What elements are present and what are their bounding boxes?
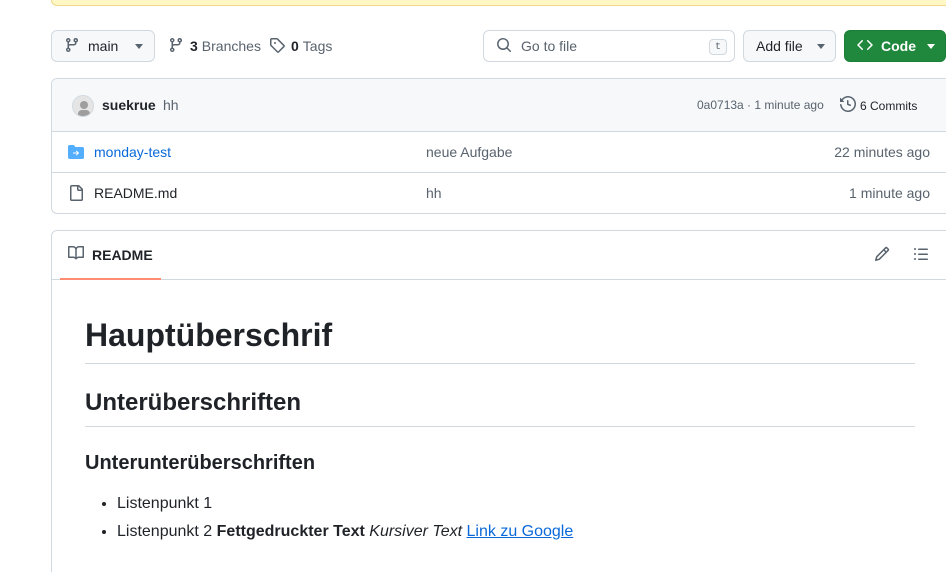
readme-header: README — [52, 231, 946, 280]
readme-list: Listenpunkt 1 Listenpunkt 2 Fettgedruckt… — [85, 492, 915, 544]
add-file-label: Add file — [756, 38, 803, 54]
tags-link[interactable]: 0 Tags — [269, 30, 332, 62]
git-branch-icon — [168, 37, 184, 56]
file-updated-time: 1 minute ago — [849, 185, 930, 201]
list-item: Listenpunkt 2 Fettgedruckter Text Kursiv… — [117, 520, 915, 544]
commits-link[interactable]: 6 Commits — [840, 95, 918, 115]
code-icon — [857, 37, 873, 56]
readme-tab-label: README — [92, 246, 153, 263]
google-link[interactable]: Link zu Google — [467, 523, 574, 540]
list-item-text: Listenpunkt 1 — [117, 495, 213, 512]
chevron-down-icon — [817, 44, 825, 49]
folder-icon — [68, 144, 84, 163]
file-table: suekrue hh 0a0713a · 1 minute ago 6 Comm… — [51, 78, 946, 214]
go-to-file-search[interactable]: t — [483, 30, 735, 62]
file-commit-message[interactable]: neue Aufgabe — [426, 144, 512, 160]
git-branch-icon — [64, 37, 80, 56]
file-icon — [68, 185, 84, 204]
branches-count: 3 — [190, 38, 198, 54]
branches-label: Branches — [201, 38, 261, 54]
repo-page: main 3 Branches 0 Tags t Add file — [0, 0, 946, 572]
latest-commit-bar: suekrue hh 0a0713a · 1 minute ago 6 Comm… — [52, 79, 946, 132]
search-input[interactable] — [521, 38, 691, 54]
outline-button[interactable] — [911, 245, 931, 265]
list-unordered-icon — [913, 246, 929, 265]
readme-content: Hauptüberschrif Unterüberschriften Unter… — [85, 311, 915, 544]
add-file-button[interactable]: Add file — [743, 30, 836, 62]
commit-message[interactable]: hh — [163, 97, 179, 113]
file-row[interactable]: README.md hh 1 minute ago — [52, 173, 946, 213]
flash-banner — [51, 0, 946, 6]
file-name[interactable]: monday-test — [94, 144, 171, 160]
branch-select-button[interactable]: main — [51, 30, 155, 62]
history-icon — [840, 95, 857, 115]
commit-sha-time[interactable]: 0a0713a · 1 minute ago — [697, 98, 824, 112]
branches-link[interactable]: 3 Branches — [168, 30, 261, 62]
chevron-down-icon — [135, 44, 143, 49]
tags-count: 0 — [291, 38, 299, 54]
code-label: Code — [881, 38, 916, 54]
repo-toolbar: main 3 Branches 0 Tags t Add file — [51, 30, 946, 62]
list-item-text: Listenpunkt 2 — [117, 523, 213, 540]
chevron-down-icon — [927, 44, 935, 49]
avatar[interactable] — [72, 95, 94, 117]
commits-label: 6 Commits — [860, 98, 918, 113]
tab-readme[interactable]: README — [60, 231, 161, 280]
search-icon — [496, 37, 512, 56]
tag-icon — [269, 37, 285, 56]
book-icon — [68, 245, 85, 264]
keyboard-shortcut-hint: t — [709, 39, 727, 55]
readme-heading-1: Hauptüberschrif — [85, 315, 915, 364]
branch-name: main — [88, 38, 119, 54]
readme-heading-3: Unterunterüberschriften — [85, 452, 316, 474]
edit-readme-button[interactable] — [872, 245, 892, 265]
pencil-icon — [874, 246, 890, 265]
readme-heading-2: Unterüberschriften — [85, 388, 915, 427]
file-name[interactable]: README.md — [94, 185, 177, 201]
file-commit-message[interactable]: hh — [426, 185, 442, 201]
list-item: Listenpunkt 1 — [117, 492, 915, 516]
bold-text: Fettgedruckter Text — [216, 523, 365, 540]
italic-text: Kursiver Text — [369, 523, 463, 540]
file-row[interactable]: monday-test neue Aufgabe 22 minutes ago — [52, 132, 946, 173]
tags-label: Tags — [302, 38, 333, 54]
commit-author[interactable]: suekrue — [102, 97, 156, 113]
file-updated-time: 22 minutes ago — [834, 144, 930, 160]
code-button[interactable]: Code — [844, 30, 946, 62]
readme-panel: README Hauptüberschrif Unterüberschrifte… — [51, 230, 946, 572]
